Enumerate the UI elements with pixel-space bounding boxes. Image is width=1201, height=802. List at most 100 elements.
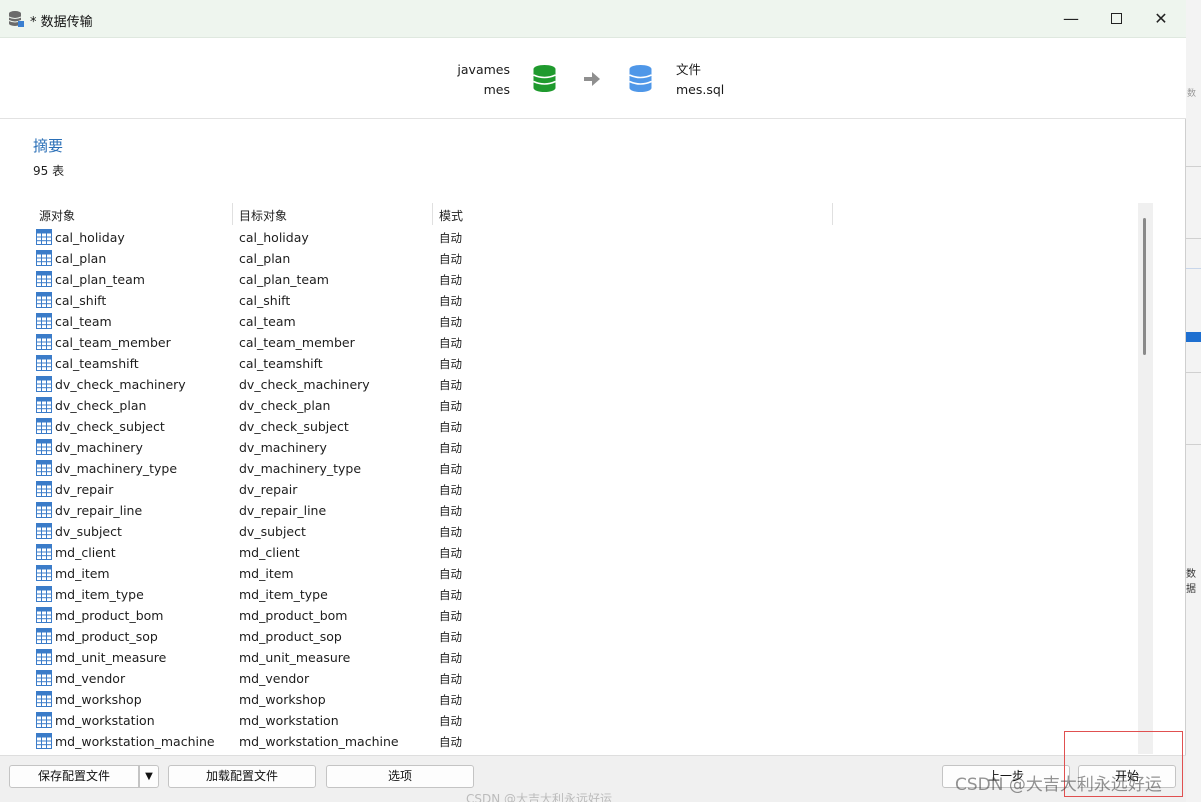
mode-cell: 自动 — [439, 294, 462, 308]
mode-cell: 自动 — [439, 630, 462, 644]
table-row[interactable]: dv_check_plan dv_check_plan 自动 — [33, 395, 1133, 416]
mode-cell: 自动 — [439, 693, 462, 707]
source-object-cell: dv_subject — [55, 524, 122, 539]
table-row[interactable]: md_client md_client 自动 — [33, 542, 1133, 563]
scrollbar-thumb[interactable] — [1143, 218, 1146, 355]
source-object-cell: md_product_sop — [55, 629, 158, 644]
mode-cell: 自动 — [439, 546, 462, 560]
source-object-cell: cal_team — [55, 314, 112, 329]
mode-cell: 自动 — [439, 420, 462, 434]
table-row[interactable]: cal_shift cal_shift 自动 — [33, 290, 1133, 311]
table-row[interactable]: cal_plan cal_plan 自动 — [33, 248, 1133, 269]
mode-cell: 自动 — [439, 567, 462, 581]
window-title: * 数据传输 — [30, 15, 93, 30]
source-object-cell: cal_holiday — [55, 230, 125, 245]
source-object-cell: dv_machinery — [55, 440, 143, 455]
table-row[interactable]: cal_team_member cal_team_member 自动 — [33, 332, 1133, 353]
header-target[interactable]: 目标对象 — [239, 207, 287, 224]
table-icon — [36, 649, 52, 665]
minimize-button[interactable]: — — [1051, 6, 1091, 32]
target-object-cell: dv_check_machinery — [239, 377, 370, 392]
table-row[interactable]: md_workshop md_workshop 自动 — [33, 689, 1133, 710]
mode-cell: 自动 — [439, 735, 462, 749]
mode-cell: 自动 — [439, 441, 462, 455]
table-row[interactable]: md_unit_measure md_unit_measure 自动 — [33, 647, 1133, 668]
table-row[interactable]: dv_check_machinery dv_check_machinery 自动 — [33, 374, 1133, 395]
mode-cell: 自动 — [439, 273, 462, 287]
mode-cell: 自动 — [439, 462, 462, 476]
table-icon — [36, 481, 52, 497]
table-row[interactable]: md_item_type md_item_type 自动 — [33, 584, 1133, 605]
source-object-cell: dv_repair_line — [55, 503, 143, 518]
table-icon — [36, 418, 52, 434]
source-database: mes — [483, 82, 510, 97]
table-row[interactable]: md_workstation_machine md_workstation_mac… — [33, 731, 1133, 752]
target-object-cell: md_workstation — [239, 713, 339, 728]
source-object-cell: cal_plan_team — [55, 272, 145, 287]
target-info: 文件 mes.sql — [676, 60, 776, 100]
table-row[interactable]: md_workstation md_workstation 自动 — [33, 710, 1133, 731]
source-object-cell: dv_check_machinery — [55, 377, 186, 392]
table-icon — [36, 376, 52, 392]
target-object-cell: cal_team — [239, 314, 296, 329]
table-icon — [36, 712, 52, 728]
table-icon — [36, 292, 52, 308]
target-object-cell: dv_repair — [239, 482, 298, 497]
bg-selection-bar — [1186, 332, 1201, 342]
mode-cell: 自动 — [439, 315, 462, 329]
target-type: 文件 — [676, 62, 702, 77]
table-icon — [36, 691, 52, 707]
column-divider[interactable] — [232, 203, 233, 225]
csdn-watermark-faint: CSDN @大吉大利永远好运 — [466, 792, 613, 802]
bg-divider — [1186, 268, 1201, 269]
table-icon — [36, 628, 52, 644]
table-row[interactable]: dv_repair dv_repair 自动 — [33, 479, 1133, 500]
table-row[interactable]: cal_teamshift cal_teamshift 自动 — [33, 353, 1133, 374]
save-config-dropdown-button[interactable]: ▼ — [139, 765, 159, 788]
table-row[interactable]: md_product_sop md_product_sop 自动 — [33, 626, 1133, 647]
table-row[interactable]: md_product_bom md_product_bom 自动 — [33, 605, 1133, 626]
column-divider[interactable] — [432, 203, 433, 225]
background-app-strip: 数 数据 — [1186, 0, 1201, 802]
target-object-cell: md_client — [239, 545, 300, 560]
csdn-watermark: CSDN @大吉大利永远好运 — [955, 775, 1162, 795]
target-file: mes.sql — [676, 82, 725, 97]
object-table: 源对象 目标对象 模式 cal_holiday cal_holiday 自动 cal_… — [33, 203, 1153, 754]
table-icon — [36, 607, 52, 623]
target-object-cell: cal_plan — [239, 251, 291, 266]
target-object-cell: dv_repair_line — [239, 503, 327, 518]
table-row[interactable]: dv_check_subject dv_check_subject 自动 — [33, 416, 1133, 437]
table-row[interactable]: md_vendor md_vendor 自动 — [33, 668, 1133, 689]
table-row[interactable]: cal_team cal_team 自动 — [33, 311, 1133, 332]
table-row[interactable]: dv_subject dv_subject 自动 — [33, 521, 1133, 542]
table-row[interactable]: dv_machinery_type dv_machinery_type 自动 — [33, 458, 1133, 479]
table-row[interactable]: cal_plan_team cal_plan_team 自动 — [33, 269, 1133, 290]
transfer-header: javames mes 文件 mes.sql — [0, 38, 1186, 119]
target-object-cell: dv_subject — [239, 524, 306, 539]
mode-cell: 自动 — [439, 483, 462, 497]
target-object-cell: cal_shift — [239, 293, 291, 308]
save-config-button[interactable]: 保存配置文件 — [9, 765, 139, 788]
table-icon — [36, 565, 52, 581]
target-object-cell: dv_check_plan — [239, 398, 331, 413]
close-button[interactable]: ✕ — [1141, 6, 1181, 32]
table-row[interactable]: cal_holiday cal_holiday 自动 — [33, 227, 1133, 248]
header-mode[interactable]: 模式 — [439, 207, 463, 224]
options-button[interactable]: 选项 — [326, 765, 474, 788]
maximize-button[interactable] — [1096, 6, 1136, 32]
source-object-cell: cal_shift — [55, 293, 107, 308]
load-config-button[interactable]: 加载配置文件 — [168, 765, 316, 788]
column-divider[interactable] — [832, 203, 833, 225]
table-row[interactable]: dv_repair_line dv_repair_line 自动 — [33, 500, 1133, 521]
mode-cell: 自动 — [439, 525, 462, 539]
header-source[interactable]: 源对象 — [39, 207, 75, 224]
target-object-cell: cal_plan_team — [239, 272, 329, 287]
source-info: javames mes — [440, 60, 510, 100]
mode-cell: 自动 — [439, 588, 462, 602]
source-object-cell: cal_team_member — [55, 335, 171, 350]
arrow-right-icon — [584, 72, 600, 86]
table-icon — [36, 502, 52, 518]
table-row[interactable]: dv_machinery dv_machinery 自动 — [33, 437, 1133, 458]
table-row[interactable]: md_item md_item 自动 — [33, 563, 1133, 584]
table-icon — [36, 460, 52, 476]
